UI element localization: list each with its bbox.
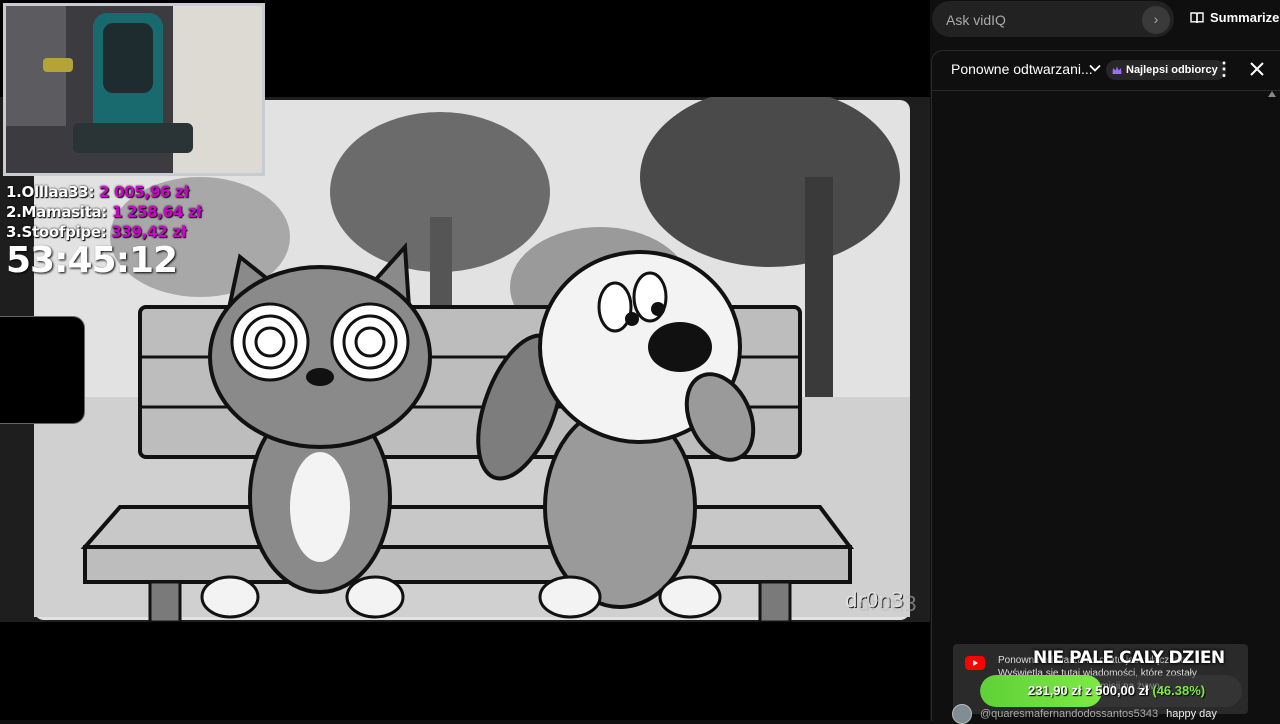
vidiq-ask-input[interactable] [944, 1, 1138, 39]
leaderboard-rank: 2. [6, 203, 22, 221]
chat-mode-dropdown[interactable]: Ponowne odtwarzani... [951, 61, 1093, 77]
chat-message-text: happy day [1166, 708, 1217, 720]
leaderboard-name: Olllaa33: [21, 183, 95, 201]
summarize-button[interactable]: Summarize [1190, 10, 1279, 25]
stream-timer: 53:45:12 [6, 240, 178, 281]
leaderboard-amount: 2 005,96 zł [99, 183, 189, 201]
top-fans-label: Najlepsi odbiorcy [1126, 64, 1218, 76]
donation-goal-text: 231,90 zł z 500,00 zł (46.38%) [980, 683, 1280, 698]
leaderboard-rank: 3. [6, 223, 22, 241]
donation-goal-title: NIE PALE CALY DZIEN [1033, 648, 1225, 668]
book-icon [1190, 11, 1204, 23]
leaderboard-name: Mamasita: [21, 203, 108, 221]
goal-percent: (46.38%) [1152, 683, 1206, 698]
leaderboard-row-3: 3.Stoofpipe: 339,42 zł [6, 223, 186, 241]
crown-icon [1112, 66, 1122, 74]
avatar[interactable] [952, 704, 972, 724]
vidiq-submit-button[interactable]: › [1142, 6, 1170, 34]
leaderboard-rank: 1. [6, 183, 22, 201]
scroll-up-icon[interactable] [1268, 91, 1276, 97]
goal-target: 500,00 zł [1095, 683, 1149, 698]
leaderboard-name: Stoofpipe: [21, 223, 107, 241]
chat-author[interactable]: @quaresmafernandodossantos5343 [980, 708, 1158, 720]
chevron-down-icon[interactable] [1088, 61, 1102, 75]
summarize-label: Summarize [1210, 10, 1280, 25]
leaderboard-row-1: 1.Olllaa33: 2 005,96 zł [6, 183, 189, 201]
video-player[interactable]: 1.Olllaa33: 2 005,96 zł 2.Mamasita: 1 25… [0, 0, 930, 720]
goal-separator: z [1085, 683, 1092, 698]
leaderboard-amount: 339,42 zł [111, 223, 187, 241]
vidiq-ask-box[interactable] [932, 1, 1174, 39]
chevron-right-icon: › [1153, 11, 1159, 27]
video-watermark-shadow: dr0n3 [858, 592, 918, 616]
more-options-icon[interactable]: ⋮ [1214, 60, 1234, 80]
top-fans-badge[interactable]: Najlepsi odbiorcy [1106, 60, 1226, 80]
leaderboard-amount: 1 258,64 zł [111, 203, 202, 221]
webcam-overlay [3, 3, 265, 176]
goal-current: 231,90 zł [1028, 683, 1082, 698]
live-chat-panel [931, 50, 1280, 721]
leaderboard-row-2: 2.Mamasita: 1 258,64 zł [6, 203, 202, 221]
side-card-overlay [0, 316, 85, 424]
youtube-icon [965, 656, 985, 670]
close-icon[interactable] [1247, 59, 1267, 79]
